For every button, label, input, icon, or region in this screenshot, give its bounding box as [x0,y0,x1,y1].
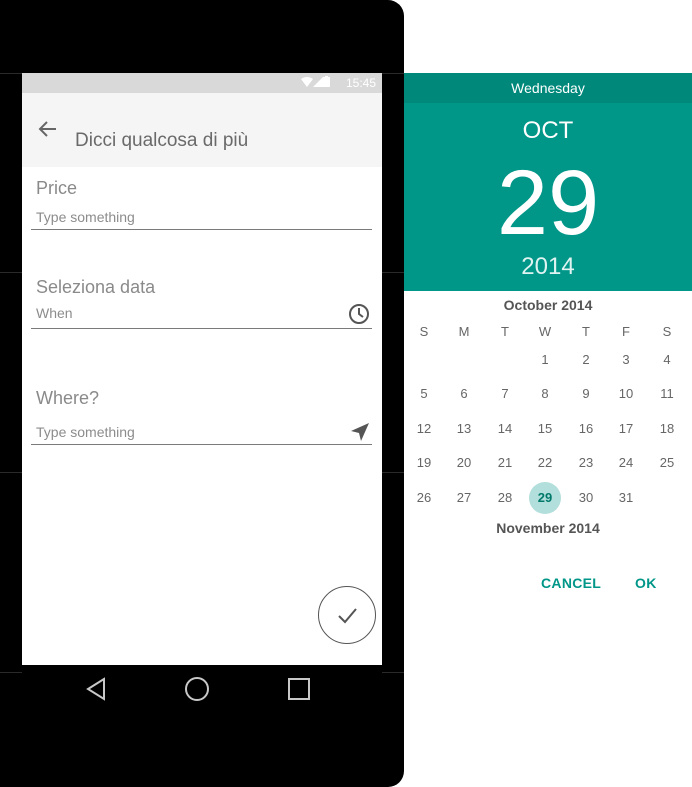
calendar-day[interactable]: 28 [489,482,521,514]
price-input[interactable] [31,204,372,230]
calendar-day[interactable]: 15 [529,413,561,445]
bezel-divider [382,672,404,673]
cancel-button[interactable]: CANCEL [541,575,601,591]
calendar-day[interactable]: 19 [408,447,440,479]
calendar-day[interactable]: 1 [529,344,561,376]
month-title: October 2014 [503,297,593,313]
date-picker: Wednesday OCT 29 2014 October 2014 SMTWT… [404,73,692,633]
bezel-divider [0,472,22,473]
calendar-day[interactable]: 5 [408,378,440,410]
picker-year[interactable]: 2014 [404,253,692,281]
picker-month[interactable]: OCT [404,117,692,145]
where-input[interactable] [31,419,372,445]
calendar-day[interactable]: 6 [448,378,480,410]
calendar-day[interactable]: 14 [489,413,521,445]
weekday-header: T [582,324,590,339]
battery-icon [323,76,330,87]
status-time: 15:45 [345,76,376,90]
calendar-day-selected[interactable]: 29 [529,482,561,514]
clock-icon[interactable] [348,303,370,325]
calendar-day[interactable]: 25 [651,447,683,479]
confirm-button[interactable] [318,586,376,644]
calendar-day[interactable]: 8 [529,378,561,410]
status-bar: 15:45 [22,73,382,93]
calendar-day[interactable]: 16 [570,413,602,445]
calendar-day[interactable]: 11 [651,378,683,410]
signal-icon [313,77,323,87]
picker-day[interactable]: 29 [404,153,692,253]
calendar-day[interactable]: 26 [408,482,440,514]
bezel-divider [382,472,404,473]
status-icons [301,76,330,90]
date-underline [31,328,372,329]
calendar-day[interactable]: 10 [610,378,642,410]
where-label: Where? [36,388,100,408]
date-label: Seleziona data [36,277,156,297]
calendar-day[interactable]: 4 [651,344,683,376]
navigation-bar [22,665,382,713]
circle-home-icon[interactable] [184,676,210,702]
calendar-day[interactable]: 23 [570,447,602,479]
weekday-header: M [458,324,470,339]
calendar-day[interactable]: 7 [489,378,521,410]
bezel-divider [0,672,22,673]
wifi-icon [301,77,313,87]
bezel-divider [0,73,22,74]
weekday-header: F [622,324,630,339]
calendar-day[interactable]: 20 [448,447,480,479]
picker-weekday: Wednesday [404,73,692,103]
calendar-day[interactable]: 21 [489,447,521,479]
calendar-day[interactable]: 30 [570,482,602,514]
calendar-day[interactable]: 27 [448,482,480,514]
triangle-back-icon[interactable] [84,676,110,702]
square-recents-icon[interactable] [286,676,312,702]
calendar-day[interactable]: 9 [570,378,602,410]
toolbar-title: Dicci qualcosa di più [75,130,249,151]
app-screen: 15:45 Dicci qualcosa di più Price Selezi… [22,73,382,665]
calendar-day[interactable]: 18 [651,413,683,445]
date-value[interactable]: When [36,305,73,321]
toolbar: Dicci qualcosa di più [22,93,382,167]
ok-button[interactable]: OK [635,575,657,591]
calendar-day[interactable]: 12 [408,413,440,445]
calendar-day[interactable]: 3 [610,344,642,376]
weekday-header: T [501,324,509,339]
weekday-header: S [662,324,672,339]
calendar-day[interactable]: 17 [610,413,642,445]
weekday-header: S [419,324,429,339]
price-label: Price [36,178,78,198]
bezel-divider [382,272,404,273]
weekday-header: W [538,324,552,339]
next-month-title: November 2014 [496,520,600,536]
navigation-arrow-icon[interactable] [349,421,371,443]
bezel-divider [382,73,404,74]
calendar-day[interactable]: 2 [570,344,602,376]
picker-header: OCT 29 2014 [404,103,692,291]
calendar-day[interactable]: 31 [610,482,642,514]
calendar-day[interactable]: 24 [610,447,642,479]
bezel-divider [0,272,22,273]
calendar-day[interactable]: 13 [448,413,480,445]
calendar-day[interactable]: 22 [529,447,561,479]
check-icon [338,608,357,624]
arrow-back-icon[interactable] [36,117,60,141]
